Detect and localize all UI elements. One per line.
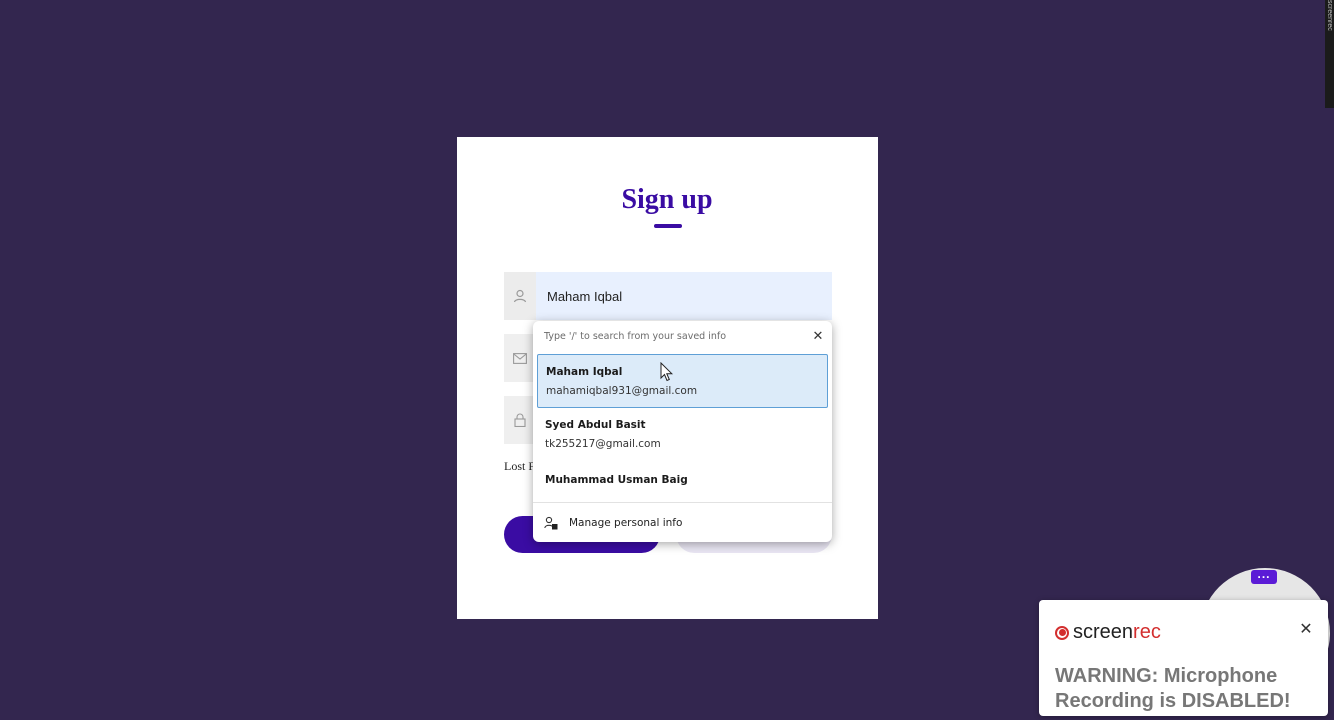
record-icon (1055, 625, 1069, 640)
close-icon[interactable]: ✕ (1297, 621, 1315, 639)
autofill-entry[interactable]: Syed Abdul Basit tk255217@gmail.com (537, 409, 828, 463)
lost-password-link[interactable]: Lost F (504, 459, 535, 474)
mail-icon (504, 334, 536, 382)
screenrec-side-tab[interactable]: screenrec (1325, 0, 1334, 108)
page-title: Sign up (621, 184, 713, 215)
autofill-entry-name: Syed Abdul Basit (545, 419, 646, 431)
autofill-search-hint: Type '/' to search from your saved info (544, 331, 727, 342)
manage-person-icon (544, 515, 558, 534)
lock-icon (504, 396, 536, 444)
close-icon[interactable]: ✕ (811, 330, 825, 344)
autofill-dropdown: Type '/' to search from your saved info … (533, 321, 832, 542)
more-icon[interactable]: ... (1251, 568, 1277, 584)
screenrec-logo: screen rec (1055, 621, 1161, 644)
user-icon (504, 272, 536, 320)
title-underline (654, 224, 682, 228)
logo-text-screen: screen (1073, 621, 1134, 643)
screenrec-warning-toast: screen rec ✕ WARNING: Microphone Recordi… (1039, 600, 1328, 716)
autofill-entry-name: Maham Iqbal (546, 366, 623, 378)
autofill-entry[interactable]: Maham Iqbal mahamiqbal931@gmail.com (537, 354, 828, 408)
manage-personal-info-button[interactable]: Manage personal info (537, 511, 828, 535)
autofill-entry-email: mahamiqbal931@gmail.com (546, 385, 698, 397)
logo-text-rec: rec (1133, 621, 1161, 643)
manage-personal-info-label: Manage personal info (569, 517, 683, 529)
microphone-warning: WARNING: Microphone Recording is DISABLE… (1055, 665, 1291, 712)
mouse-cursor-icon (660, 361, 674, 387)
autofill-divider (533, 502, 832, 503)
name-field[interactable]: Maham Iqbal (504, 272, 832, 320)
autofill-entry-email: tk255217@gmail.com (545, 438, 661, 450)
name-input-value: Maham Iqbal (547, 289, 623, 304)
autofill-entry-name: Muhammad Usman Baig (545, 474, 688, 486)
autofill-entry[interactable]: Muhammad Usman Baig (537, 465, 828, 497)
